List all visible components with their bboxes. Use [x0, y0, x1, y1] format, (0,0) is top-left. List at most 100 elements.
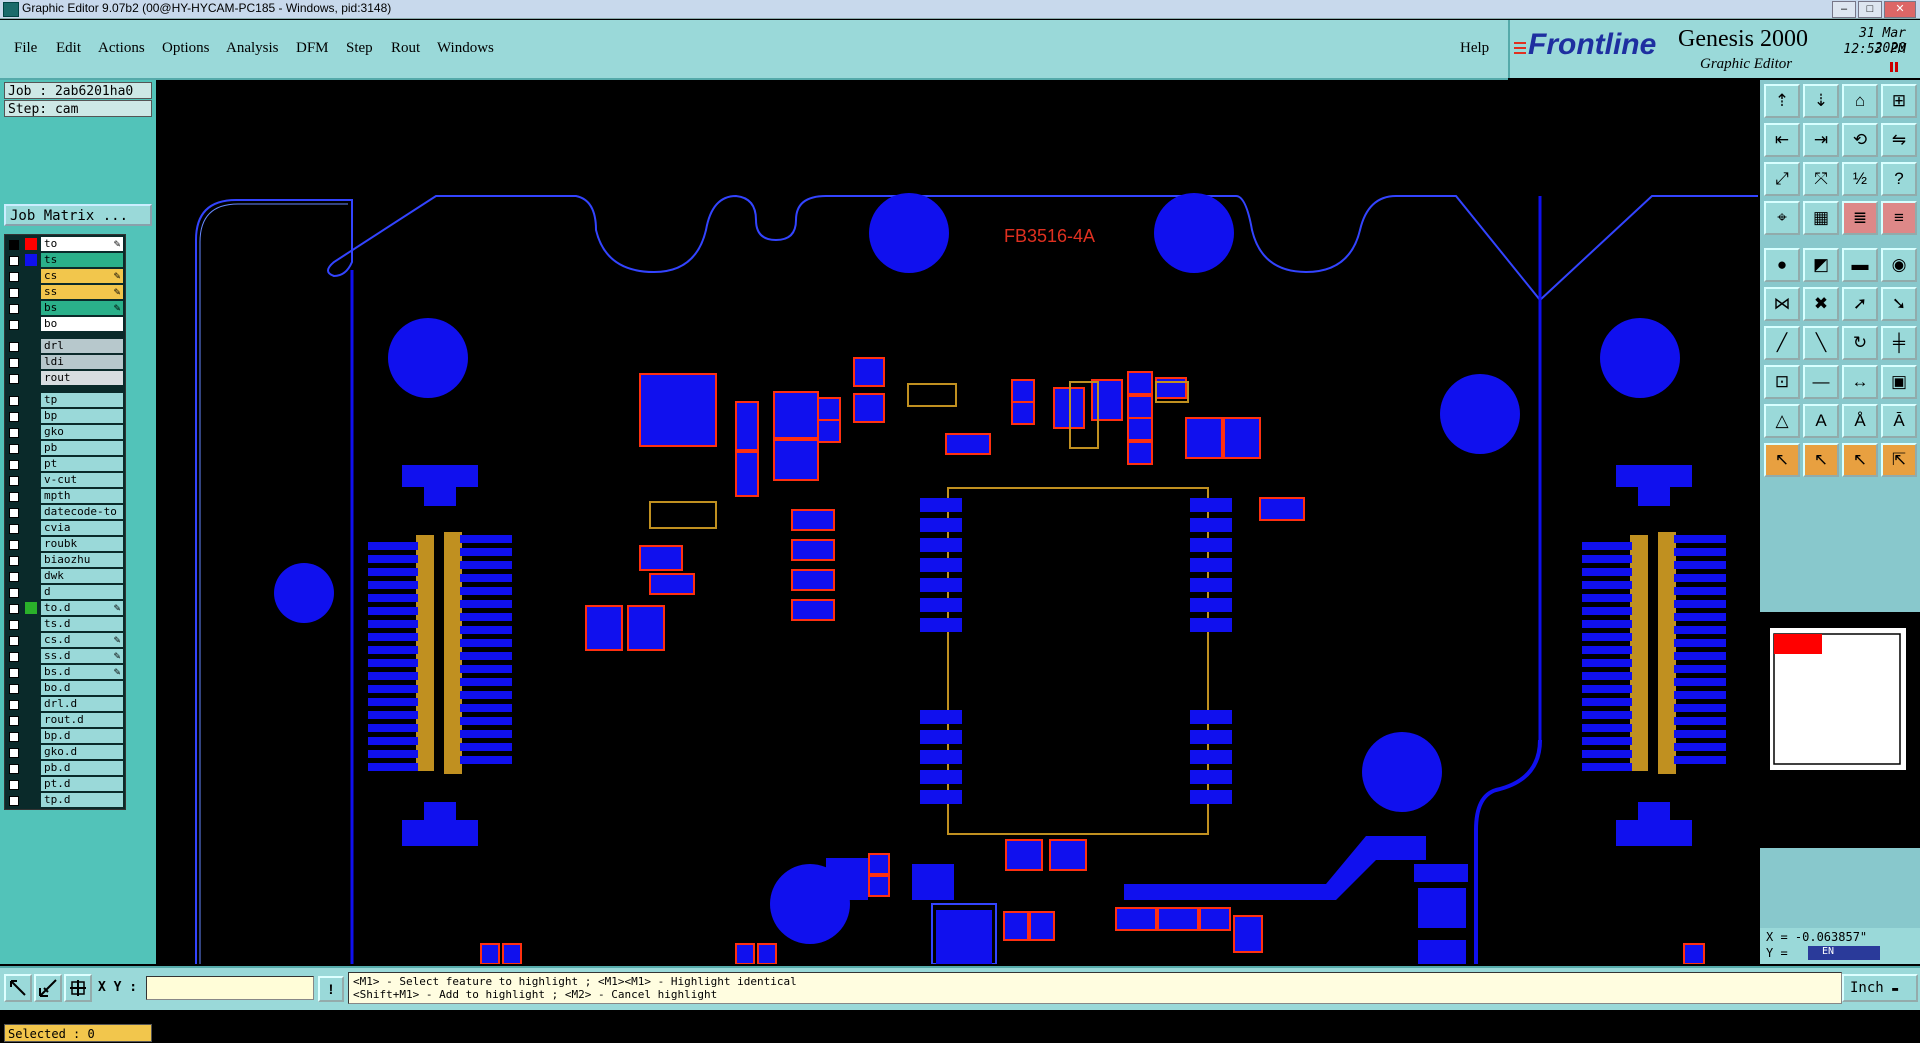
add-surface-button[interactable]: ▬ [1842, 248, 1878, 282]
close-button[interactable]: ✕ [1884, 1, 1916, 18]
open-job-button[interactable]: ⇡ [1764, 84, 1800, 118]
zoom-fit-button[interactable]: ⤢ [1764, 162, 1800, 196]
layer-name[interactable]: mpth [41, 489, 123, 503]
layer-name[interactable]: v-cut [41, 473, 123, 487]
layer-name[interactable]: ss.d [41, 649, 123, 663]
menu-windows[interactable]: Windows [437, 40, 494, 57]
layer-checkbox[interactable] [9, 396, 19, 406]
layer-color-swatch[interactable] [25, 634, 37, 646]
layer-checkbox[interactable] [9, 240, 19, 250]
info-button[interactable]: ! [318, 976, 344, 1002]
layer-name[interactable]: to.d [41, 601, 123, 615]
layer-color-swatch[interactable] [25, 794, 37, 806]
layer-checkbox[interactable] [9, 652, 19, 662]
layer-color-swatch[interactable] [25, 618, 37, 630]
menu-edit[interactable]: Edit [56, 40, 81, 57]
layer-name[interactable]: cs.d [41, 633, 123, 647]
text-a-button[interactable]: A [1803, 404, 1839, 438]
layer-color-swatch[interactable] [25, 490, 37, 502]
layer-checkbox[interactable] [9, 796, 19, 806]
layer-checkbox[interactable] [9, 700, 19, 710]
layer-checkbox[interactable] [9, 476, 19, 486]
layer-color-swatch[interactable] [25, 666, 37, 678]
pointer-button[interactable]: ↖ [1764, 443, 1800, 477]
pointer-move-button[interactable]: ↖ [1842, 443, 1878, 477]
layer-row-ts[interactable]: ts [5, 253, 125, 268]
layer-row-cvia[interactable]: cvia [5, 521, 125, 536]
layer-color-swatch[interactable] [25, 762, 37, 774]
layer-row-v-cut[interactable]: v-cut [5, 473, 125, 488]
layer-name[interactable]: bs.d [41, 665, 123, 679]
layer-row-biaozhu[interactable]: biaozhu [5, 553, 125, 568]
layer-name[interactable]: gko [41, 425, 123, 439]
layer-name[interactable]: drl [41, 339, 123, 353]
layer-color-swatch[interactable] [25, 730, 37, 742]
layer-color-swatch[interactable] [25, 238, 37, 250]
layer-color-swatch[interactable] [25, 356, 37, 368]
layer-color-swatch[interactable] [25, 410, 37, 422]
layer-color-swatch[interactable] [25, 698, 37, 710]
minimize-button[interactable]: – [1832, 1, 1856, 18]
xy-input[interactable] [146, 976, 314, 1000]
layer-name[interactable]: ts.d [41, 617, 123, 631]
move-button[interactable]: ➚ [1842, 287, 1878, 321]
layer-name[interactable]: ts [41, 253, 123, 267]
snap-button[interactable]: ⌖ [1764, 201, 1800, 235]
layer-name[interactable]: tp [41, 393, 123, 407]
save-button[interactable]: ⇣ [1803, 84, 1839, 118]
layer-checkbox[interactable] [9, 764, 19, 774]
add-circle-button[interactable]: ◉ [1881, 248, 1917, 282]
layer-name[interactable]: ldi [41, 355, 123, 369]
arc-line-button[interactable]: ╲ [1803, 326, 1839, 360]
layer-row-rout[interactable]: rout [5, 371, 125, 386]
menu-step[interactable]: Step [346, 40, 373, 57]
menu-options[interactable]: Options [162, 40, 210, 57]
layer-color-swatch[interactable] [25, 442, 37, 454]
layer-color-swatch[interactable] [25, 372, 37, 384]
layer-checkbox[interactable] [9, 444, 19, 454]
layer-checkbox[interactable] [9, 540, 19, 550]
pcb-drawing[interactable]: FB3516-4A [156, 80, 1758, 965]
layer-row-to-d[interactable]: to.d ✎ [5, 601, 125, 616]
scale-1-2-button[interactable]: ½ [1842, 162, 1878, 196]
layer-color-swatch[interactable] [25, 426, 37, 438]
line-button[interactable]: ╱ [1764, 326, 1800, 360]
menu-actions[interactable]: Actions [98, 40, 145, 57]
layer-checkbox[interactable] [9, 428, 19, 438]
split-button[interactable]: ╪ [1881, 326, 1917, 360]
layer-checkbox[interactable] [9, 668, 19, 678]
layer-checkbox[interactable] [9, 492, 19, 502]
job-matrix-button[interactable]: Job Matrix ... [4, 204, 152, 226]
help-query-button[interactable]: ? [1881, 162, 1917, 196]
maximize-button[interactable]: □ [1858, 1, 1882, 18]
layer-row-ss[interactable]: ss ✎ [5, 285, 125, 300]
layer-row-drl-d[interactable]: drl.d [5, 697, 125, 712]
layer-color-swatch[interactable] [25, 746, 37, 758]
layer-row-mpth[interactable]: mpth [5, 489, 125, 504]
line-cut-button[interactable]: — [1803, 365, 1839, 399]
layer-name[interactable]: gko.d [41, 745, 123, 759]
layer-checkbox[interactable] [9, 604, 19, 614]
measure-button[interactable]: ↔ [1842, 365, 1878, 399]
layer-row-bs[interactable]: bs ✎ [5, 301, 125, 316]
grid-button[interactable] [64, 974, 92, 1002]
layer-checkbox[interactable] [9, 684, 19, 694]
layer-row-d[interactable]: d [5, 585, 125, 600]
layer-name[interactable]: bo.d [41, 681, 123, 695]
rotate-button[interactable]: ↻ [1842, 326, 1878, 360]
layer-color-swatch[interactable] [25, 714, 37, 726]
layer-checkbox[interactable] [9, 358, 19, 368]
zoom-home-button[interactable]: ⤧ [1803, 162, 1839, 196]
layer-row-ldi[interactable]: ldi [5, 355, 125, 370]
language-bar[interactable]: EN [1808, 946, 1880, 960]
pointer-snap-button[interactable]: ⇱ [1881, 443, 1917, 477]
layer-name[interactable]: pb [41, 441, 123, 455]
layer-checkbox[interactable] [9, 620, 19, 630]
text-line-button[interactable]: Ā [1881, 404, 1917, 438]
layer-name[interactable]: cvia [41, 521, 123, 535]
layer-color-swatch[interactable] [25, 458, 37, 470]
layer-name[interactable]: bs [41, 301, 123, 315]
layer-name[interactable]: bp [41, 409, 123, 423]
text-outline-button[interactable]: Å [1842, 404, 1878, 438]
layer-name[interactable]: pt.d [41, 777, 123, 791]
